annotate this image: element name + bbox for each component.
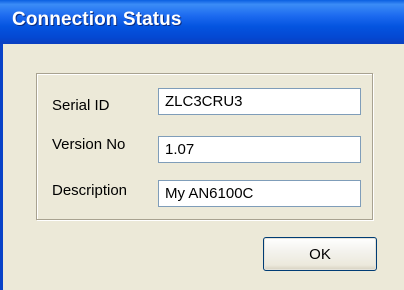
title-bar[interactable]: Connection Status [0,0,404,44]
description-field[interactable]: My AN6100C [158,180,361,207]
description-label: Description [52,182,128,199]
connection-status-dialog: Connection Status Serial ID ZLC3CRU3 Ver… [0,0,404,290]
ok-button[interactable]: OK [263,237,377,271]
version-no-label: Version No [52,136,126,153]
window-title: Connection Status [12,9,182,30]
serial-id-label: Serial ID [52,97,110,114]
version-no-field[interactable]: 1.07 [158,136,361,163]
serial-id-field[interactable]: ZLC3CRU3 [158,88,361,115]
